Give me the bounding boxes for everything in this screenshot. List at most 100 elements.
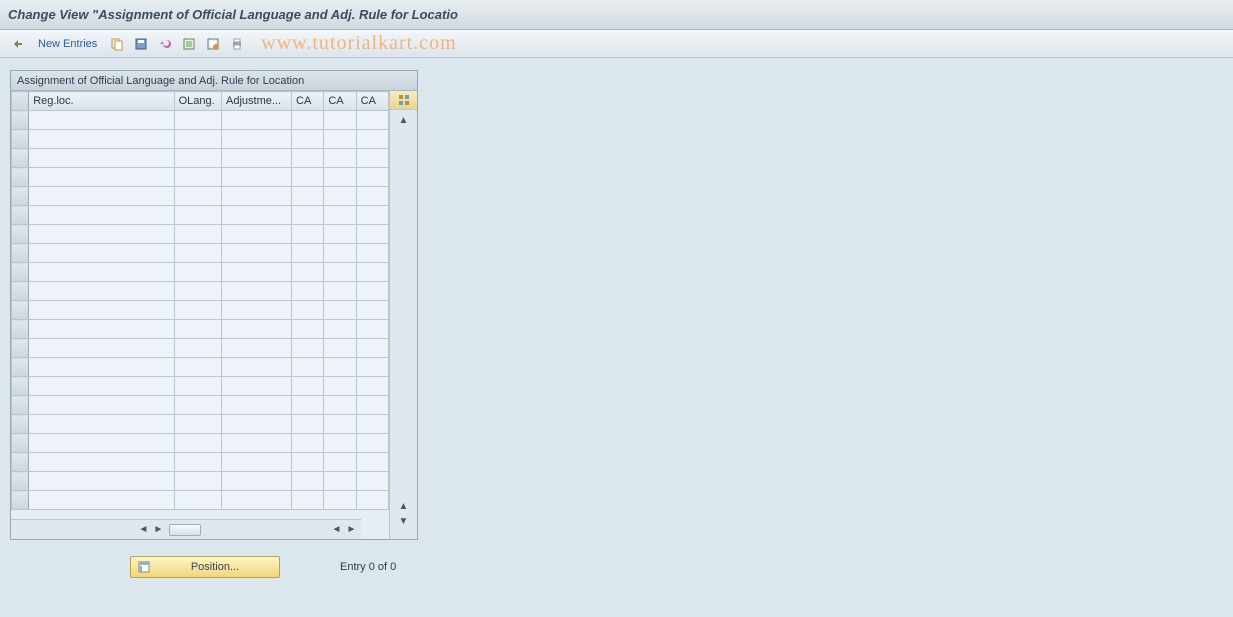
grid-cell[interactable] [29,491,174,510]
grid-cell[interactable] [292,244,324,263]
grid-cell[interactable] [29,111,174,130]
table-row[interactable] [12,301,389,320]
row-selector[interactable] [12,111,29,130]
grid-cell[interactable] [356,453,388,472]
grid-cell[interactable] [356,244,388,263]
grid-cell[interactable] [356,491,388,510]
grid-cell[interactable] [29,434,174,453]
table-row[interactable] [12,111,389,130]
grid-cell[interactable] [222,339,292,358]
grid-cell[interactable] [29,301,174,320]
grid-cell[interactable] [29,168,174,187]
grid-cell[interactable] [29,472,174,491]
grid-cell[interactable] [29,130,174,149]
deselect-all-icon[interactable] [203,34,223,54]
grid-cell[interactable] [292,434,324,453]
grid-cell[interactable] [174,320,221,339]
position-button[interactable]: Position... [130,556,280,578]
grid-cell[interactable] [356,415,388,434]
grid-cell[interactable] [174,434,221,453]
print-icon[interactable] [227,34,247,54]
row-selector[interactable] [12,130,29,149]
grid-cell[interactable] [324,472,356,491]
grid-cell[interactable] [292,263,324,282]
grid-cell[interactable] [222,301,292,320]
grid-cell[interactable] [174,415,221,434]
row-selector-header[interactable] [12,92,29,111]
table-row[interactable] [12,187,389,206]
table-row[interactable] [12,453,389,472]
table-row[interactable] [12,396,389,415]
table-row[interactable] [12,472,389,491]
grid-cell[interactable] [292,206,324,225]
grid-cell[interactable] [356,377,388,396]
grid-cell[interactable] [356,149,388,168]
grid-cell[interactable] [356,301,388,320]
table-row[interactable] [12,320,389,339]
vscroll-step-up-icon[interactable]: ▲ [390,499,417,514]
grid-cell[interactable] [174,339,221,358]
table-row[interactable] [12,263,389,282]
grid-cell[interactable] [222,377,292,396]
grid-cell[interactable] [292,225,324,244]
grid-cell[interactable] [29,396,174,415]
grid-cell[interactable] [29,453,174,472]
table-row[interactable] [12,130,389,149]
grid-cell[interactable] [324,244,356,263]
new-entries-button[interactable]: New Entries [32,38,103,50]
row-selector[interactable] [12,491,29,510]
grid-cell[interactable] [324,320,356,339]
grid-cell[interactable] [324,415,356,434]
grid-cell[interactable] [222,263,292,282]
grid-cell[interactable] [356,225,388,244]
grid-cell[interactable] [174,130,221,149]
row-selector[interactable] [12,168,29,187]
table-row[interactable] [12,149,389,168]
grid-cell[interactable] [222,187,292,206]
col-ca2[interactable]: CA [324,92,356,111]
row-selector[interactable] [12,415,29,434]
row-selector[interactable] [12,472,29,491]
expand-icon[interactable] [8,34,28,54]
grid-cell[interactable] [292,377,324,396]
row-selector[interactable] [12,206,29,225]
grid-cell[interactable] [174,168,221,187]
grid-cell[interactable] [174,206,221,225]
grid-cell[interactable] [356,396,388,415]
hscroll-left-icon[interactable]: ◄ [136,522,151,537]
horizontal-scrollbar[interactable]: ◄ ► ◄ ► [11,519,361,539]
col-ca1[interactable]: CA [292,92,324,111]
table-row[interactable] [12,244,389,263]
grid-cell[interactable] [324,453,356,472]
grid-cell[interactable] [324,282,356,301]
grid-cell[interactable] [222,358,292,377]
grid-cell[interactable] [324,301,356,320]
grid-cell[interactable] [29,149,174,168]
grid-cell[interactable] [324,434,356,453]
grid-cell[interactable] [29,206,174,225]
grid-cell[interactable] [324,263,356,282]
grid-cell[interactable] [29,263,174,282]
grid-cell[interactable] [292,491,324,510]
row-selector[interactable] [12,453,29,472]
grid-cell[interactable] [174,396,221,415]
grid-cell[interactable] [29,244,174,263]
grid-cell[interactable] [356,434,388,453]
grid-cell[interactable] [174,301,221,320]
row-selector[interactable] [12,263,29,282]
grid-cell[interactable] [29,282,174,301]
table-row[interactable] [12,339,389,358]
col-ca3[interactable]: CA [356,92,388,111]
grid-cell[interactable] [222,415,292,434]
table-settings-icon[interactable] [390,91,417,110]
row-selector[interactable] [12,187,29,206]
grid-cell[interactable] [292,320,324,339]
grid-cell[interactable] [292,396,324,415]
grid-cell[interactable] [222,206,292,225]
row-selector[interactable] [12,149,29,168]
grid-cell[interactable] [222,168,292,187]
grid-cell[interactable] [324,111,356,130]
hscroll-right-icon[interactable]: ► [344,522,359,537]
grid-cell[interactable] [356,130,388,149]
grid-cell[interactable] [174,377,221,396]
